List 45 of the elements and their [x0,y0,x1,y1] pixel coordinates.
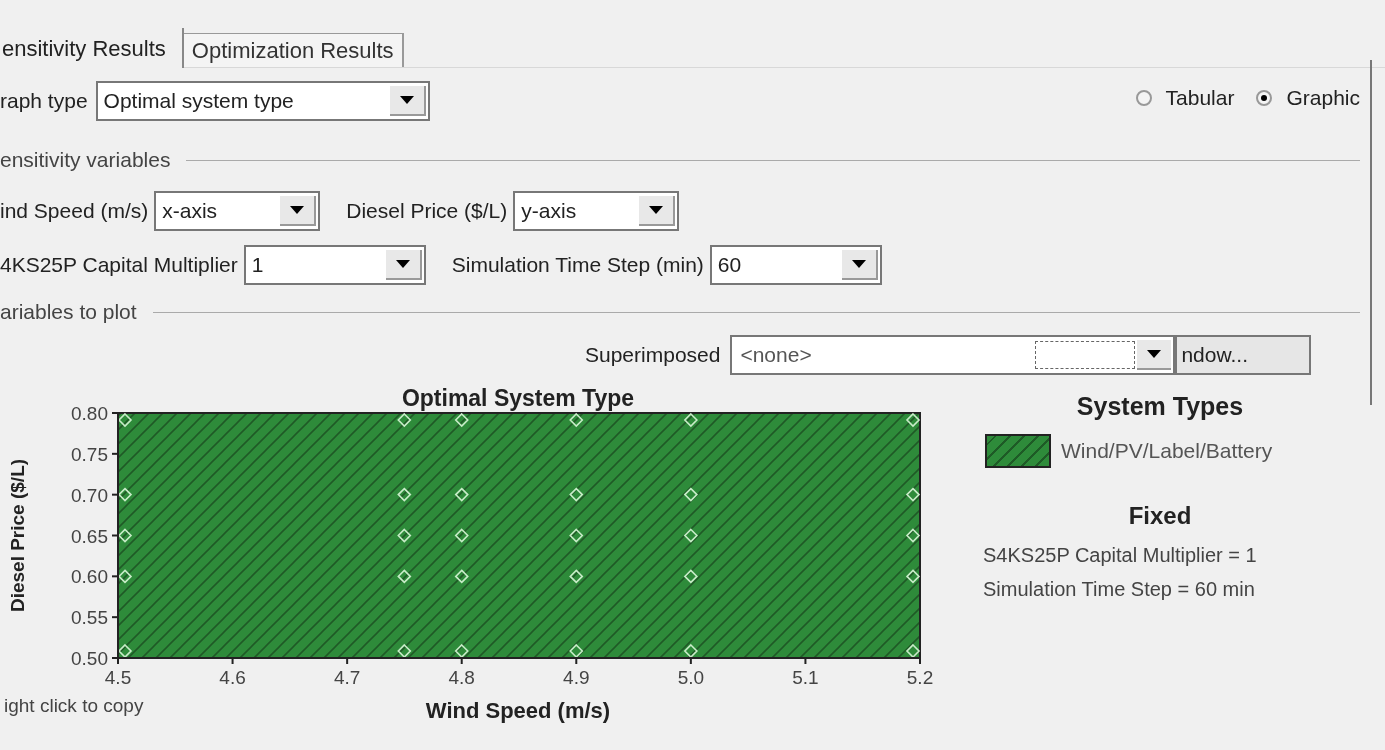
field-label: Simulation Time Step (min) [451,252,704,279]
radio-label: Graphic [1286,85,1360,111]
field-label: Diesel Price ($/L) [346,198,508,225]
legend-label: Wind/PV/Label/Battery [1061,437,1273,464]
tick-label: 0.80 [71,403,108,424]
dropdown[interactable]: Optimal system type [95,81,430,121]
legend-title: Fixed [1128,500,1192,531]
window-button[interactable]: ndow... [1175,335,1312,375]
tick-label: 4.5 [104,667,132,688]
fixed-value-text: Simulation Time Step = 60 min [983,576,1256,602]
tick-label: 5.1 [792,667,819,688]
legend-title: System Types [1076,391,1244,422]
field-label: ind Speed (m/s) [0,198,149,225]
tick-label: 4.6 [219,667,246,688]
tick-label: 0.60 [71,566,108,588]
section-heading: ensitivity variables [0,147,171,174]
tick-label: 0.55 [71,607,108,629]
tick-label: 4.8 [448,667,475,688]
radio-button[interactable] [1135,89,1152,106]
field-label: raph type [0,88,88,115]
field-label: Superimposed [585,342,721,369]
tick-label: 0.70 [71,484,108,506]
copy-hint: ight click to copy [4,695,144,716]
dropdown[interactable]: y-axis [513,191,680,231]
fixed-value-text: S4KS25P Capital Multiplier = 1 [983,542,1257,568]
dropdown[interactable]: 1 [243,245,426,285]
tick-label: 0.75 [71,443,108,465]
tab[interactable]: ensitivity Results [0,28,184,68]
tick-label: 5.2 [906,667,934,688]
tick-label: 5.0 [677,667,705,688]
section-heading: ariables to plot [0,299,137,326]
radio-button[interactable] [1256,89,1273,106]
tab[interactable]: Optimization Results [183,33,404,67]
chart-title: Optimal System Type [401,385,635,411]
axis-title: Wind Speed (m/s) [425,698,611,723]
tick-label: 4.9 [563,667,590,688]
tick-label: 0.50 [71,648,108,669]
field-label: 4KS25P Capital Multiplier [0,252,238,279]
superimposed-dropdown[interactable]: <none> [730,335,1176,375]
dropdown[interactable]: x-axis [154,191,321,231]
dropdown[interactable]: 60 [709,245,882,285]
tick-label: 0.65 [71,525,108,547]
tick-label: 4.7 [333,667,361,688]
radio-label: Tabular [1165,85,1235,111]
axis-title: Diesel Price ($/L) [7,458,28,613]
